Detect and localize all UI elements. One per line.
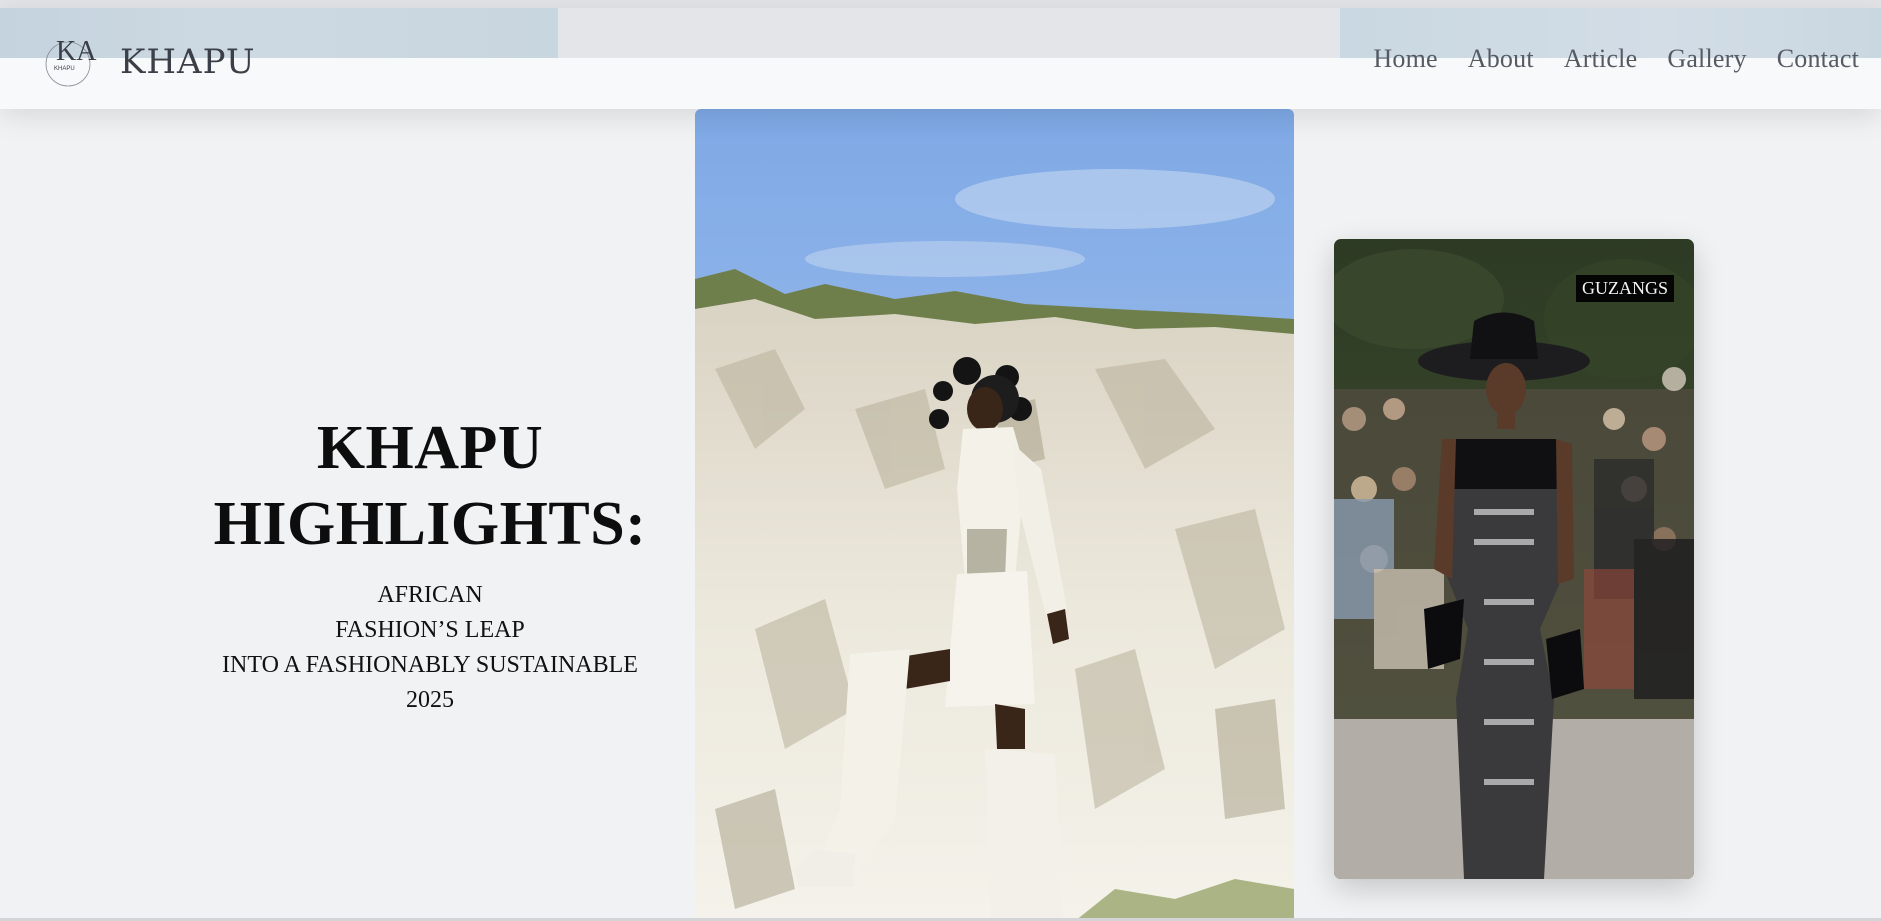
hero-subtitle: AFRICAN FASHION’S LEAP INTO A FASHIONABL…: [180, 578, 680, 718]
nav-gallery[interactable]: Gallery: [1667, 44, 1746, 74]
gallery-main-photo[interactable]: [695, 109, 1294, 921]
nav-home[interactable]: Home: [1373, 44, 1437, 74]
hero-text-block: KHAPU HIGHLIGHTS: AFRICAN FASHION’S LEAP…: [180, 410, 680, 718]
nav-contact[interactable]: Contact: [1777, 44, 1859, 74]
logo-mark-small-text: KHAPU: [54, 66, 75, 72]
nav-about[interactable]: About: [1468, 44, 1534, 74]
logo-link[interactable]: KA KHAPU KHAPU: [38, 30, 258, 90]
hero-title-line-1: KHAPU: [316, 414, 544, 482]
top-border: [0, 0, 1881, 8]
designer-badge: GUZANGS: [1575, 275, 1674, 302]
hero-subtitle-line-4: 2025: [406, 687, 454, 713]
main-nav: Home About Article Gallery Contact: [1343, 44, 1859, 74]
page: KA KHAPU KHAPU Home About Article Galler…: [0, 0, 1881, 921]
main-photo-illustration: [695, 109, 1294, 921]
nav-article[interactable]: Article: [1564, 44, 1638, 74]
hero-subtitle-line-2: FASHION’S LEAP: [335, 617, 525, 643]
logo-mark-icon: KA KHAPU: [45, 36, 97, 87]
hero-title-line-2: HIGHLIGHTS:: [213, 490, 647, 558]
hero-title: KHAPU HIGHLIGHTS:: [180, 410, 680, 562]
logo-mark-initials: KA: [56, 36, 97, 67]
side-photo-illustration: [1334, 239, 1694, 879]
logo-wordmark: KHAPU: [120, 42, 256, 82]
site-header: KA KHAPU KHAPU Home About Article Galler…: [0, 8, 1881, 109]
header-backdrop-middle: [558, 8, 1340, 58]
gallery-side-photo[interactable]: GUZANGS: [1334, 239, 1694, 879]
hero-subtitle-line-1: AFRICAN: [377, 582, 483, 608]
hero-subtitle-line-3: INTO A FASHIONABLY SUSTAINABLE: [222, 652, 638, 678]
